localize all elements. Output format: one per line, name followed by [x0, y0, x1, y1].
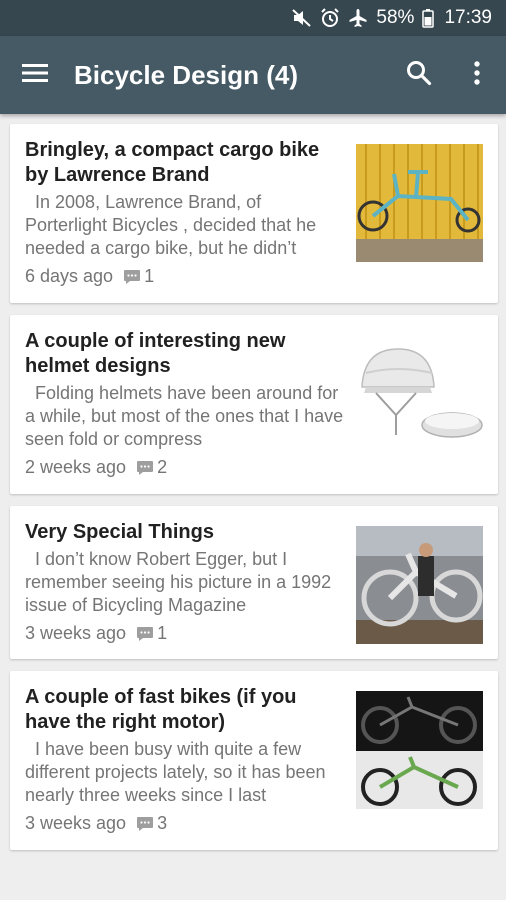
post-title: Bringley, a compact cargo bike by Lawren… [25, 139, 320, 186]
post-meta: 3 weeks ago 1 [25, 623, 347, 644]
post-thumbnail [356, 144, 483, 262]
post-list: Bringley, a compact cargo bike by Lawren… [10, 124, 498, 862]
comment-count: 1 [136, 623, 167, 644]
comment-count: 3 [136, 813, 167, 834]
comment-count-value: 3 [157, 813, 168, 833]
post-snippet: In 2008, Lawrence Brand, of Porterlight … [25, 192, 322, 258]
post-title: A couple of interesting new helmet desig… [25, 330, 286, 377]
post-meta: 3 weeks ago 3 [25, 813, 347, 834]
post-meta: 2 weeks ago 2 [25, 457, 347, 478]
post-thumbnail [356, 335, 483, 453]
comment-icon [136, 626, 154, 642]
post-thumbnail [356, 526, 483, 644]
post-card[interactable]: Very Special Things I don’t know Robert … [10, 506, 498, 659]
post-snippet: Folding helmets have been around for a w… [25, 383, 349, 449]
post-card[interactable]: A couple of fast bikes (if you have the … [10, 671, 498, 850]
mute-icon [292, 8, 312, 28]
menu-icon [22, 63, 48, 88]
post-age: 2 weeks ago [25, 457, 127, 477]
post-snippet: I don’t know Robert Egger, but I remembe… [25, 549, 337, 615]
post-title: A couple of fast bikes (if you have the … [25, 686, 297, 733]
comment-count-value: 2 [157, 457, 168, 477]
battery-icon [422, 8, 435, 28]
comment-count: 2 [136, 457, 167, 478]
search-button[interactable] [390, 36, 448, 114]
post-card[interactable]: A couple of interesting new helmet desig… [10, 315, 498, 494]
post-card[interactable]: Bringley, a compact cargo bike by Lawren… [10, 124, 498, 303]
post-thumbnail [356, 691, 483, 809]
comment-count-value: 1 [157, 623, 168, 643]
status-bar: 58% 17:39 [0, 0, 506, 36]
battery-percent: 58% [376, 7, 415, 28]
post-age: 3 weeks ago [25, 813, 127, 833]
app-bar: Bicycle Design (4) [0, 36, 506, 114]
page-title: Bicycle Design (4) [74, 59, 298, 90]
menu-button[interactable] [0, 36, 70, 114]
comment-count-value: 1 [144, 266, 155, 286]
search-icon [406, 60, 432, 91]
alarm-icon [320, 8, 340, 28]
post-title: Very Special Things [25, 521, 214, 543]
comment-icon [136, 816, 154, 832]
more-options-button[interactable] [448, 36, 506, 114]
comment-count: 1 [123, 266, 154, 287]
post-age: 6 days ago [25, 266, 114, 286]
post-meta: 6 days ago 1 [25, 266, 347, 287]
post-age: 3 weeks ago [25, 623, 127, 643]
airplane-icon [348, 8, 368, 28]
more-vert-icon [473, 60, 481, 91]
comment-icon [123, 269, 141, 285]
post-snippet: I have been busy with quite a few differ… [25, 739, 331, 805]
comment-icon [136, 460, 154, 476]
clock: 17:39 [444, 7, 492, 28]
